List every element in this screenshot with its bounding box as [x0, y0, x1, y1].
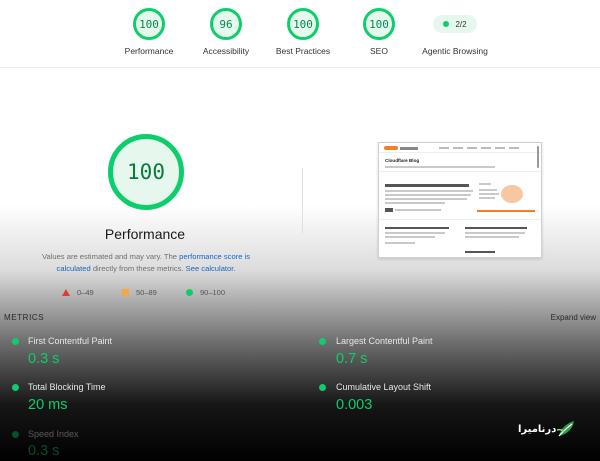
metric-tbt-value: 20 ms	[28, 397, 68, 413]
performance-score: 100	[133, 8, 165, 40]
agentic-pill: 2/2	[433, 15, 477, 33]
thumb-text-line	[385, 236, 435, 238]
metric-cls-value: 0.003	[336, 397, 373, 413]
thumb-rule	[379, 171, 541, 172]
fail-triangle-icon	[62, 289, 70, 296]
watermark-text: درنامیرا	[518, 424, 557, 435]
thumb-headline	[465, 227, 527, 229]
thumb-headline	[385, 184, 469, 187]
thumb-illustration	[501, 185, 523, 203]
legend-pass: 90–100	[186, 288, 225, 297]
thumb-text-line	[385, 194, 471, 196]
performance-description: Values are estimated and may vary. The p…	[28, 251, 264, 275]
thumb-rule	[379, 219, 541, 220]
thumb-text-line	[385, 232, 445, 234]
pass-dot-icon	[12, 431, 19, 438]
thumb-nav-item	[467, 147, 477, 149]
metrics-header: METRICS	[4, 313, 45, 322]
thumb-logo-text	[400, 146, 418, 150]
thumb-text-line	[385, 166, 495, 168]
legend-fail: 0–49	[62, 288, 94, 297]
thumb-text-line	[395, 209, 441, 211]
section-divider	[302, 168, 303, 234]
thumb-header	[379, 143, 541, 153]
thumb-text-line	[385, 242, 415, 244]
metric-fcp-label: First Contentful Paint	[28, 336, 113, 346]
thumb-text-line	[465, 236, 519, 238]
thumb-text-line	[465, 232, 525, 234]
thumb-text-line	[385, 202, 445, 204]
performance-title: Performance	[104, 226, 186, 242]
average-square-icon	[122, 289, 129, 296]
thumb-nav-item	[509, 147, 519, 149]
metric-lcp-label: Largest Contentful Paint	[336, 336, 433, 346]
thumb-nav-item	[481, 147, 491, 149]
score-summary-bar: 100 Performance 96 Accessibility 100 Bes…	[0, 0, 600, 68]
legend-pass-range: 90–100	[200, 288, 226, 297]
thumb-headline	[465, 251, 495, 253]
thumb-text-line	[385, 190, 473, 192]
metric-si-value: 0.3 s	[28, 443, 60, 459]
cloudflare-logo-icon	[384, 146, 398, 150]
gauge-agentic-browsing[interactable]: 2/2 Agentic Browsing	[400, 8, 510, 56]
pass-dot-icon	[12, 338, 19, 345]
thumb-text-line	[479, 189, 497, 191]
pass-dot-icon	[12, 384, 19, 391]
pass-circle-icon	[186, 289, 193, 296]
best-practices-score: 100	[287, 8, 319, 40]
thumb-text-line	[479, 193, 499, 195]
metric-fcp-value: 0.3 s	[28, 351, 60, 367]
legend-average: 50–89	[122, 288, 157, 297]
pass-dot-icon	[319, 338, 326, 345]
thumb-text-line	[385, 198, 467, 200]
legend-fail-range: 0–49	[77, 288, 94, 297]
thumb-author-avatar	[385, 208, 393, 212]
performance-gauge-large: 100	[108, 134, 184, 210]
thumb-text-line	[479, 197, 495, 199]
thumb-blog-title: Cloudflare Blog	[385, 158, 420, 163]
agentic-value: 2/2	[455, 19, 467, 29]
metric-lcp-value: 0.7 s	[336, 351, 368, 367]
metric-si-label: Speed Index	[28, 429, 79, 439]
watermark-leaf-icon	[556, 421, 574, 437]
expand-view-toggle[interactable]: Expand view	[551, 313, 596, 322]
calculator-link[interactable]: See calculator.	[186, 264, 236, 273]
thumb-accent-line	[477, 210, 535, 212]
thumb-scrollbar	[537, 146, 539, 168]
thumb-nav-item	[495, 147, 505, 149]
desc-text: Values are estimated and may vary. The	[41, 252, 180, 261]
legend-average-range: 50–89	[136, 288, 157, 297]
thumb-headline	[385, 227, 449, 229]
thumb-nav-item	[453, 147, 463, 149]
pass-dot-icon	[319, 384, 326, 391]
desc-text: directly from these metrics.	[90, 264, 186, 273]
thumb-nav-item	[439, 147, 449, 149]
metric-cls-label: Cumulative Layout Shift	[336, 382, 432, 392]
thumb-text-line	[479, 183, 491, 185]
page-screenshot-thumbnail[interactable]: Cloudflare Blog	[378, 142, 542, 258]
metric-tbt-label: Total Blocking Time	[28, 382, 106, 392]
gauge-label: Agentic Browsing	[422, 46, 488, 56]
accessibility-score: 96	[210, 8, 242, 40]
pass-dot-icon	[443, 21, 450, 27]
seo-score: 100	[363, 8, 395, 40]
